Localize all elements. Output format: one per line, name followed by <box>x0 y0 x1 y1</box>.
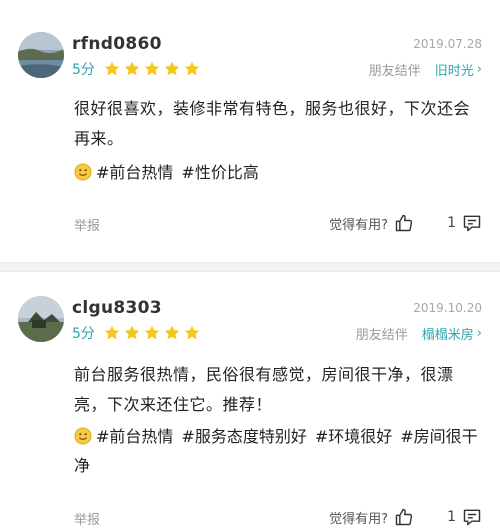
avatar[interactable] <box>18 32 64 78</box>
room-name: 榻榻米房 <box>421 328 474 343</box>
thumbs-up-icon <box>394 507 414 527</box>
star-icon <box>163 60 181 78</box>
tag: #前台热情 <box>96 163 174 182</box>
star-icon <box>143 60 161 78</box>
star-icon <box>143 324 161 342</box>
reviews-page: rfnd0860 2019.07.28 5分 朋友结伴 旧时光 › 很好很喜欢，… <box>0 0 500 529</box>
review-footer: 举报 觉得有用? 1 <box>74 506 482 530</box>
trip-type: 朋友结伴 <box>355 328 408 343</box>
tag: #环境很好 <box>314 427 393 446</box>
chevron-right-icon: › <box>476 326 482 341</box>
tag-list: #前台热情 #性价比高 <box>74 158 482 187</box>
trip-type: 朋友结伴 <box>368 64 421 79</box>
room-source-link[interactable]: 朋友结伴 榻榻米房 › <box>356 324 482 343</box>
chevron-right-icon: › <box>476 62 482 77</box>
comment-button[interactable]: 1 <box>447 507 482 527</box>
review-text: 前台服务很热情，民俗很有感觉，房间很干净，很漂亮，下次来还住它。推荐！ <box>74 365 454 414</box>
tag-list: #前台热情 #服务态度特别好 #环境很好 #房间很干净 <box>74 422 482 480</box>
useful-label: 觉得有用? <box>329 217 388 233</box>
tag: #前台热情 <box>96 427 174 446</box>
comment-count: 1 <box>447 215 456 231</box>
tag: #服务态度特别好 <box>181 427 307 446</box>
thumbs-up-icon <box>394 213 414 233</box>
rating: 5分 <box>72 323 201 343</box>
room-name: 旧时光 <box>434 64 474 79</box>
review-date: 2019.10.20 <box>413 301 482 315</box>
comment-icon <box>462 507 482 527</box>
review-header: clgu8303 2019.10.20 5分 朋友结伴 榻榻米房 › <box>18 296 482 344</box>
star-icon <box>163 324 181 342</box>
username: clgu8303 <box>72 298 162 318</box>
star-icon <box>183 60 201 78</box>
room-source-link[interactable]: 朋友结伴 旧时光 › <box>369 60 482 79</box>
useful-button[interactable]: 觉得有用? <box>329 213 414 233</box>
review-footer: 举报 觉得有用? 1 <box>74 212 482 236</box>
comment-count: 1 <box>447 509 456 525</box>
review-card: rfnd0860 2019.07.28 5分 朋友结伴 旧时光 › 很好很喜欢，… <box>0 0 500 262</box>
review-date: 2019.07.28 <box>413 37 482 51</box>
star-icon <box>123 324 141 342</box>
comment-icon <box>462 213 482 233</box>
comment-button[interactable]: 1 <box>447 213 482 233</box>
useful-button[interactable]: 觉得有用? <box>329 507 414 527</box>
section-divider <box>0 262 500 272</box>
report-button[interactable]: 举报 <box>74 215 100 234</box>
smile-icon <box>74 427 92 445</box>
smile-icon <box>74 163 92 181</box>
star-icon <box>103 324 121 342</box>
star-icon <box>123 60 141 78</box>
star-rating <box>103 60 201 78</box>
avatar[interactable] <box>18 296 64 342</box>
tag: #性价比高 <box>181 163 259 182</box>
username: rfnd0860 <box>72 34 162 54</box>
star-icon <box>183 324 201 342</box>
review-text: 很好很喜欢，装修非常有特色，服务也很好，下次还会再来。 <box>74 99 471 148</box>
score-label: 5分 <box>72 326 95 342</box>
review-header: rfnd0860 2019.07.28 5分 朋友结伴 旧时光 › <box>18 32 482 80</box>
star-icon <box>103 60 121 78</box>
report-button[interactable]: 举报 <box>74 509 100 528</box>
useful-label: 觉得有用? <box>329 511 388 527</box>
star-rating <box>103 324 201 342</box>
review-card: clgu8303 2019.10.20 5分 朋友结伴 榻榻米房 › 前台服务很… <box>0 272 500 529</box>
rating: 5分 <box>72 59 201 79</box>
score-label: 5分 <box>72 62 95 78</box>
